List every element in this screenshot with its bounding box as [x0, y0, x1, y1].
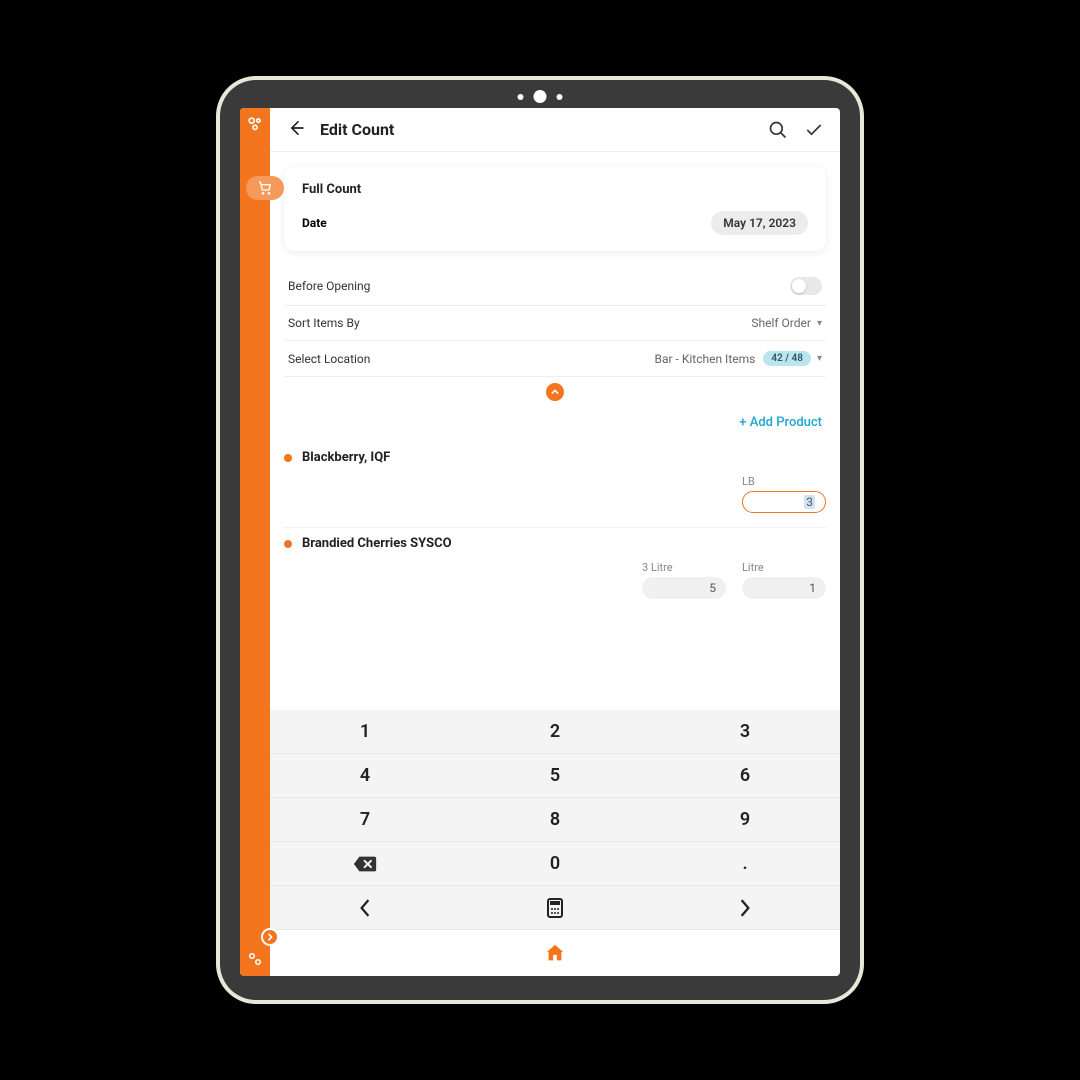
count-badge: 42 / 48	[763, 351, 811, 366]
unit-label: 3 Litre	[642, 561, 673, 574]
sort-label: Sort Items By	[288, 316, 360, 330]
before-opening-label: Before Opening	[288, 279, 370, 293]
cart-button[interactable]	[246, 176, 284, 200]
key-5[interactable]: 5	[460, 754, 650, 798]
quantity-input[interactable]: 1	[742, 577, 826, 599]
sidebar	[240, 108, 270, 976]
key-2[interactable]: 2	[460, 710, 650, 754]
key-3[interactable]: 3	[650, 710, 840, 754]
key-next[interactable]	[650, 886, 840, 930]
before-opening-row: Before Opening	[284, 267, 826, 306]
page-title: Edit Count	[320, 120, 394, 139]
key-0[interactable]: 0	[460, 842, 650, 886]
tablet-frame: Edit Count Full Count Date May 17, 2023	[220, 80, 860, 1000]
tablet-speaker	[518, 90, 563, 103]
home-button[interactable]	[544, 942, 566, 964]
item-name: Brandied Cherries SYSCO	[302, 536, 452, 551]
search-button[interactable]	[768, 120, 788, 140]
item-row: Brandied Cherries SYSCO 3 Litre 5 Litre	[284, 528, 826, 613]
settings-icon[interactable]	[246, 950, 264, 968]
key-4[interactable]: 4	[270, 754, 460, 798]
back-button[interactable]	[286, 118, 310, 142]
key-decimal[interactable]: .	[650, 842, 840, 886]
add-product-button[interactable]: + Add Product	[284, 407, 826, 442]
unit-label: Litre	[742, 561, 764, 574]
key-6[interactable]: 6	[650, 754, 840, 798]
quantity-input[interactable]: 3	[742, 491, 826, 513]
sidebar-expand-button[interactable]	[261, 928, 279, 946]
quantity-input[interactable]: 5	[642, 577, 726, 599]
chevron-down-icon: ▾	[817, 353, 822, 364]
key-1[interactable]: 1	[270, 710, 460, 754]
unit-label: LB	[742, 475, 755, 488]
topbar: Edit Count	[270, 108, 840, 152]
location-label: Select Location	[288, 352, 370, 366]
main-area: Edit Count Full Count Date May 17, 2023	[270, 108, 840, 976]
item-name: Blackberry, IQF	[302, 450, 390, 465]
chevron-down-icon: ▾	[817, 318, 822, 329]
date-picker[interactable]: May 17, 2023	[711, 211, 808, 235]
count-type: Full Count	[302, 182, 808, 197]
key-9[interactable]: 9	[650, 798, 840, 842]
key-8[interactable]: 8	[460, 798, 650, 842]
bullet-icon	[284, 540, 292, 548]
collapse-button[interactable]	[546, 383, 564, 401]
before-opening-toggle[interactable]	[790, 277, 822, 295]
date-label: Date	[302, 216, 327, 230]
confirm-button[interactable]	[804, 120, 824, 140]
location-row[interactable]: Select Location Bar - Kitchen Items 42 /…	[284, 341, 826, 377]
home-bar	[270, 930, 840, 976]
app-logo-icon	[245, 114, 265, 134]
numeric-keypad: 1 2 3 4 5 6 7 8 9 0	[270, 710, 840, 930]
key-backspace[interactable]	[270, 842, 460, 886]
screen: Edit Count Full Count Date May 17, 2023	[240, 108, 840, 976]
bullet-icon	[284, 454, 292, 462]
key-calculator[interactable]	[460, 886, 650, 930]
location-value: Bar - Kitchen Items	[654, 352, 755, 366]
count-card: Full Count Date May 17, 2023	[284, 166, 826, 251]
sort-row[interactable]: Sort Items By Shelf Order ▾	[284, 306, 826, 341]
sort-value: Shelf Order	[751, 316, 811, 330]
key-prev[interactable]	[270, 886, 460, 930]
key-7[interactable]: 7	[270, 798, 460, 842]
item-row: Blackberry, IQF LB 3	[284, 442, 826, 528]
